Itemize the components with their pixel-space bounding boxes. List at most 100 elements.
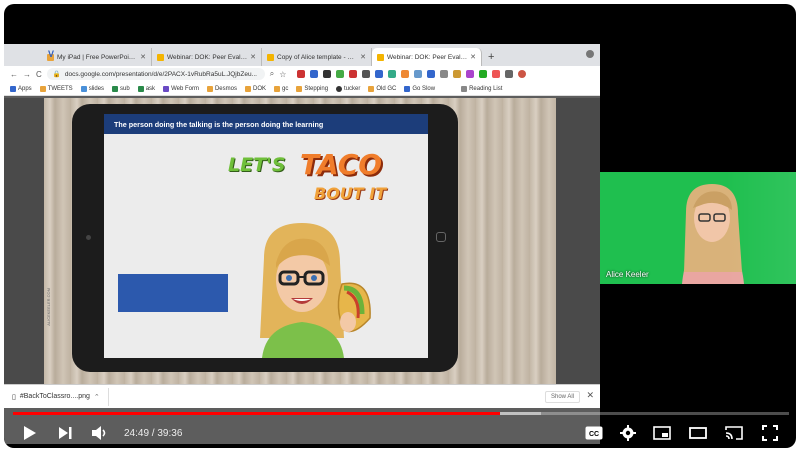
- bookmark-star-icon[interactable]: ☆: [279, 70, 286, 79]
- close-tab-icon[interactable]: ✕: [140, 53, 146, 61]
- extension-icon[interactable]: [336, 70, 345, 78]
- play-button[interactable]: [18, 418, 42, 448]
- extension-icon[interactable]: [323, 70, 332, 78]
- settings-button[interactable]: [616, 418, 640, 448]
- back-icon[interactable]: ←: [10, 70, 18, 79]
- close-tab-icon[interactable]: ✕: [360, 53, 366, 61]
- bookmark-dok[interactable]: DOK: [244, 85, 266, 92]
- cast-button[interactable]: [722, 418, 746, 448]
- reload-icon[interactable]: C: [36, 70, 42, 79]
- bookmarks-bar: Apps TWEETS slides sub ask Web Form Desm…: [4, 82, 600, 96]
- presentation-margin-right: [556, 98, 600, 384]
- webcam-feed: Alice Keeler: [600, 172, 796, 284]
- forward-icon[interactable]: →: [23, 70, 31, 79]
- avatar[interactable]: [518, 70, 527, 78]
- video-player[interactable]: V My iPad | Free PowerPoint tem✕ Webinar…: [4, 4, 796, 448]
- profile-dot-icon[interactable]: [586, 50, 594, 58]
- slide-blue-box: [118, 274, 228, 312]
- bookmark-stepping[interactable]: Stepping: [296, 85, 328, 92]
- captions-button[interactable]: CC: [582, 418, 606, 448]
- extension-icon[interactable]: [362, 70, 371, 78]
- theater-mode-button[interactable]: [686, 418, 710, 448]
- bitmoji-avatar: [260, 223, 371, 358]
- new-tab-icon[interactable]: +: [482, 51, 500, 66]
- bookmark-desmos[interactable]: Desmos: [206, 85, 237, 92]
- player-controls: 24:49 / 39:36 CC: [4, 418, 796, 448]
- bookmark-ask[interactable]: ask: [137, 85, 155, 92]
- extension-icon[interactable]: [453, 70, 462, 78]
- slide-title-lets: LET'S: [228, 154, 286, 176]
- presenter-name: Alice Keeler: [606, 270, 649, 279]
- extension-icon[interactable]: [427, 70, 436, 78]
- ipad-frame: The person doing the talking is the pers…: [72, 104, 458, 372]
- browser-tab[interactable]: Copy of Alice template - Goog ✕: [262, 48, 372, 66]
- extension-icon[interactable]: [349, 70, 358, 78]
- extensions-row: [297, 70, 527, 78]
- skip-next-icon: [59, 427, 72, 439]
- time-display: 24:49 / 39:36: [124, 427, 183, 439]
- extension-v-icon: V: [48, 49, 55, 59]
- slide-title-bout: BOUT IT: [314, 184, 387, 203]
- bookmark-apps[interactable]: Apps: [10, 85, 32, 92]
- bookmark-go-slow[interactable]: Go Slow: [404, 85, 435, 92]
- extension-icon[interactable]: [466, 70, 475, 78]
- bookmark-gc[interactable]: gc: [274, 85, 288, 92]
- captions-icon: CC: [585, 426, 603, 440]
- browser-tab[interactable]: My iPad | Free PowerPoint tem✕: [42, 48, 152, 66]
- folder-icon: [39, 85, 46, 92]
- drive-icon: [80, 85, 87, 92]
- folder-icon: [296, 85, 303, 92]
- slide: The person doing the talking is the pers…: [104, 114, 428, 358]
- extension-icon[interactable]: [414, 70, 423, 78]
- extension-icon[interactable]: [492, 70, 501, 78]
- bookmark-sub[interactable]: sub: [112, 85, 130, 92]
- ipad-home-button-icon: [436, 232, 446, 242]
- show-all-button[interactable]: Show All: [544, 391, 580, 403]
- gear-icon: [620, 425, 636, 441]
- volume-button[interactable]: [88, 418, 112, 448]
- bookmark-old-gc[interactable]: Old GC: [368, 85, 396, 92]
- bookmark-reading-list[interactable]: Reading List: [461, 85, 502, 92]
- tab-favicon-icon: [157, 53, 164, 61]
- progress-bar[interactable]: [13, 412, 789, 415]
- screen-share: V My iPad | Free PowerPoint tem✕ Webinar…: [4, 44, 600, 444]
- fullscreen-button[interactable]: [758, 418, 782, 448]
- theater-mode-icon: [689, 427, 707, 439]
- extension-icon[interactable]: [388, 70, 397, 78]
- close-icon[interactable]: ✕: [586, 390, 594, 401]
- browser-tab[interactable]: Webinar: DOK: Peer Evaluatio ✕: [152, 48, 262, 66]
- extension-icon[interactable]: [479, 70, 488, 78]
- reading-list-icon: [461, 85, 468, 92]
- close-tab-icon[interactable]: ✕: [470, 53, 476, 61]
- extension-icon[interactable]: [440, 70, 449, 78]
- fullscreen-icon: [762, 425, 778, 441]
- bookmark-web-form[interactable]: Web Form: [163, 85, 199, 92]
- url-field[interactable]: 🔒 docs.google.com/presentation/d/e/2PACX…: [46, 68, 265, 80]
- extension-icon[interactable]: [401, 70, 410, 78]
- browser-tab-active[interactable]: Webinar: DOK: Peer Evaluatio ✕: [372, 48, 482, 66]
- bookmark-tucker[interactable]: tucker: [336, 85, 360, 92]
- miniplayer-icon: [653, 426, 671, 440]
- next-button[interactable]: [54, 418, 76, 448]
- download-bar: ▯ #BackToClassro....png ⌃ Show All ✕: [4, 384, 600, 408]
- zoom-icon[interactable]: ⌕: [270, 69, 274, 79]
- form-icon: [163, 85, 170, 92]
- webcam-shade: [726, 172, 796, 284]
- extension-icon[interactable]: [505, 70, 514, 78]
- extension-icon[interactable]: [375, 70, 384, 78]
- bookmark-icon: [137, 85, 144, 92]
- extension-icon[interactable]: [310, 70, 319, 78]
- wood-background: The person doing the talking is the pers…: [44, 98, 556, 384]
- folder-icon: [274, 85, 280, 92]
- download-item[interactable]: ▯ #BackToClassro....png ⌃: [12, 387, 109, 406]
- bookmark-tweets[interactable]: TWEETS: [39, 85, 73, 92]
- slide-watermark: ALICEKEELER.COM: [46, 288, 51, 326]
- chevron-up-icon[interactable]: ⌃: [94, 393, 100, 401]
- miniplayer-button[interactable]: [650, 418, 674, 448]
- extension-icon[interactable]: [297, 70, 306, 78]
- file-icon: ▯: [12, 393, 16, 401]
- folder-icon: [368, 85, 375, 92]
- tab-favicon-icon: [267, 53, 274, 61]
- bookmark-slides[interactable]: slides: [80, 85, 104, 92]
- close-tab-icon[interactable]: ✕: [250, 53, 256, 61]
